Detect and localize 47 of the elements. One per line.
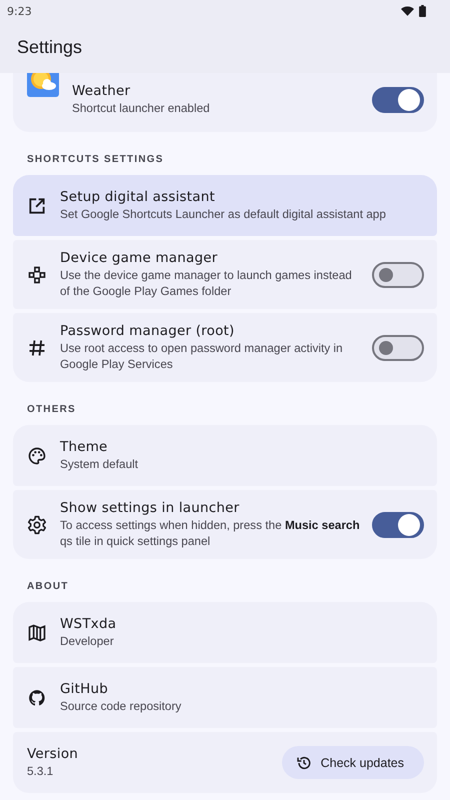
- item-subtitle: Set Google Shortcuts Launcher as default digital assistant app: [60, 206, 387, 222]
- item-subtitle: Source code repository: [60, 698, 182, 714]
- list-item[interactable]: Show settings in launcher To access settings when hidden, press the Music search qs tile in quick settings panel: [13, 490, 437, 559]
- item-subtitle: System default: [60, 456, 140, 472]
- toggle-switch[interactable]: [372, 334, 424, 360]
- section-header: OTHERS: [26, 403, 77, 417]
- history-icon: [296, 754, 312, 770]
- status-time: 9:23: [7, 4, 32, 18]
- item-title: Password manager (root): [60, 323, 236, 339]
- item-title: WSTxda: [60, 616, 118, 632]
- list-item[interactable]: GitHub Source code repository: [13, 667, 437, 728]
- list-item[interactable]: Theme System default: [13, 425, 437, 486]
- list-item[interactable]: Weather Shortcut launcher enabled: [13, 73, 437, 132]
- list-item[interactable]: WSTxda Developer: [13, 602, 437, 663]
- item-title: Version: [27, 746, 80, 762]
- item-subtitle: Developer: [60, 633, 115, 649]
- item-title: Theme: [60, 439, 109, 455]
- section-header: SHORTCUTS SETTINGS: [26, 153, 165, 167]
- item-subtitle: Use root access to open password manager activity in Google Play Services: [60, 340, 344, 372]
- item-subtitle: Use the device game manager to launch games instead of the Google Play Games folder: [60, 267, 353, 299]
- hash-icon: [27, 338, 47, 358]
- item-title: Weather: [72, 83, 132, 99]
- section-header: ABOUT: [26, 580, 70, 594]
- external-link-icon: [27, 196, 47, 216]
- wifi-icon: [401, 6, 414, 16]
- item-subtitle: To access settings when hidden, press the Music search qs tile in quick settings panel: [60, 517, 360, 549]
- list-item[interactable]: Device game manager Use the device game manager to launch games instead of the Google Play Games folder: [13, 240, 437, 309]
- version-number: 5.3.1: [27, 763, 54, 779]
- palette-icon: [27, 446, 47, 466]
- settings-icon: [27, 514, 47, 534]
- item-title: Device game manager: [60, 250, 219, 266]
- list-item[interactable]: Setup digital assistant Set Google Shortcuts Launcher as default digital assistant app: [13, 175, 437, 236]
- gamepad-icon: [27, 264, 47, 284]
- github-icon: [27, 688, 47, 708]
- toggle-switch[interactable]: [372, 262, 424, 288]
- screen-title: Settings: [17, 37, 82, 58]
- map-icon: [27, 622, 47, 642]
- toggle-switch[interactable]: [372, 512, 424, 538]
- weather-icon: [27, 73, 59, 97]
- item-subtitle: Shortcut launcher enabled: [72, 100, 211, 116]
- item-title: GitHub: [60, 681, 109, 697]
- item-title: Show settings in launcher: [60, 500, 240, 516]
- item-title: Setup digital assistant: [60, 189, 216, 205]
- check-updates-button[interactable]: Check updates: [282, 746, 424, 779]
- list-item[interactable]: Password manager (root) Use root access to open password manager activity in Google Play Services: [13, 313, 437, 382]
- battery-icon: [419, 5, 426, 17]
- toggle-switch[interactable]: [372, 86, 424, 112]
